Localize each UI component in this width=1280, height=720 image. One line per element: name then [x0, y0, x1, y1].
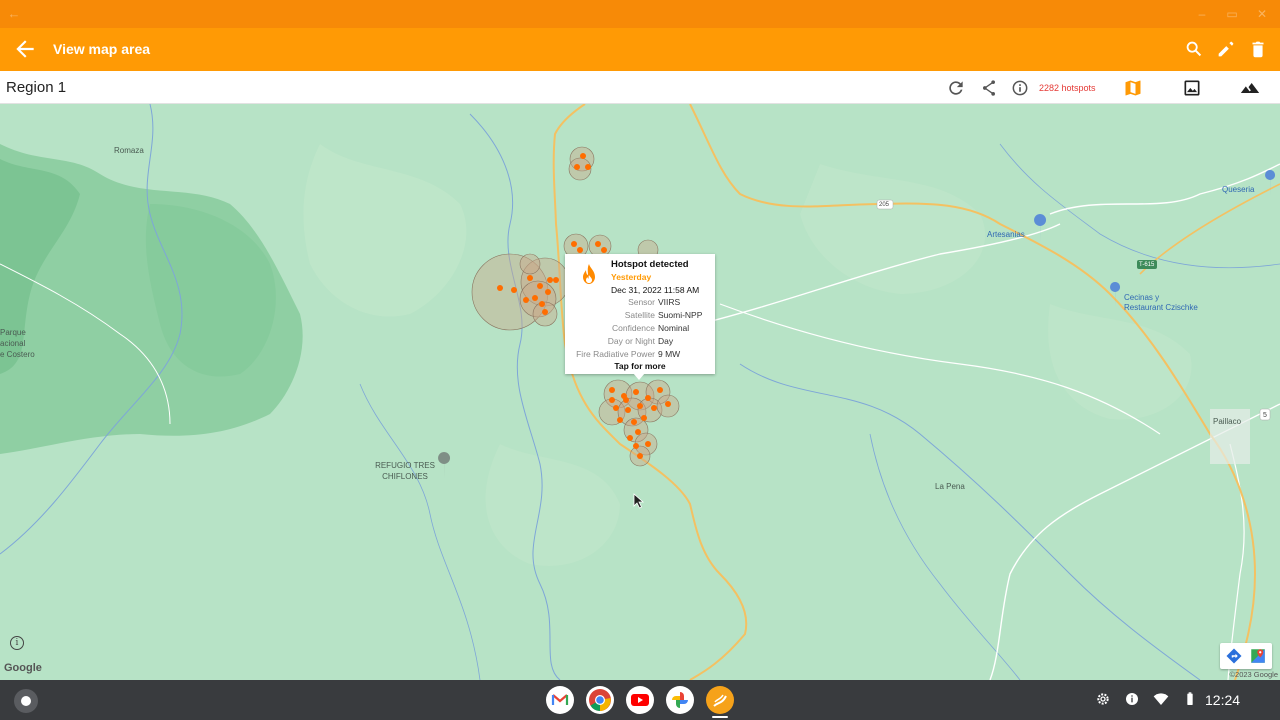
back-arrow-icon[interactable]	[12, 36, 38, 62]
image-icon[interactable]	[1182, 78, 1202, 98]
window-back-icon[interactable]: ←	[6, 6, 22, 22]
launcher-button[interactable]	[14, 689, 38, 713]
row-key: Confidence	[611, 323, 655, 333]
window-titlebar: ← – ▭ ✕	[0, 0, 1280, 28]
tap-for-more-link[interactable]: Tap for more	[565, 361, 715, 371]
popup-row-sensor: Sensor VIIRS	[565, 297, 715, 309]
row-key: Sensor	[628, 297, 655, 307]
map-canvas[interactable]	[0, 104, 1280, 680]
map-copyright: ©2023 Google	[1229, 670, 1278, 679]
map-icon[interactable]	[1123, 78, 1143, 98]
popup-row-satellite: Satellite Suomi-NPP	[565, 310, 715, 322]
battery-icon[interactable]	[1182, 691, 1198, 707]
region-name: Region 1	[6, 79, 67, 96]
poi-label: Restaurant Czischke	[1124, 303, 1198, 312]
popup-row-confidence: Confidence Nominal	[565, 323, 715, 335]
open-in-maps-icon[interactable]	[1249, 647, 1267, 665]
poi-label: Cecinas y	[1124, 293, 1160, 302]
region-toolbar: Region 1 2282 hotspots	[0, 71, 1280, 104]
poi-label: Queseria	[1222, 185, 1255, 194]
youtube-icon[interactable]	[626, 686, 654, 714]
terrain-icon[interactable]	[1240, 78, 1260, 98]
place-label: e Costero	[0, 350, 35, 359]
popup-date: Dec 31, 2022 11:58 AM	[611, 285, 700, 295]
row-value: Nominal	[658, 323, 690, 333]
place-label: Parque	[0, 328, 26, 337]
row-value: Day	[658, 336, 674, 346]
popup-when: Yesterday	[611, 272, 652, 282]
place-label: Romaza	[114, 146, 144, 155]
map-toolbar	[1220, 643, 1272, 669]
popup-row-day-night: Day or Night Day	[565, 336, 715, 348]
place-label: REFUGIO TRES	[375, 461, 435, 470]
row-key: Satellite	[624, 310, 655, 320]
popup-tail	[633, 373, 645, 380]
info-icon[interactable]	[1124, 691, 1140, 707]
directions-icon[interactable]	[1225, 647, 1243, 665]
edit-icon[interactable]	[1215, 38, 1237, 60]
row-key: Day or Night	[607, 336, 655, 346]
wifi-icon[interactable]	[1153, 691, 1169, 707]
minimize-icon[interactable]: –	[1192, 4, 1212, 24]
flame-icon	[583, 264, 595, 284]
hotspot-popup[interactable]: Hotspot detected Yesterday Dec 31, 2022 …	[565, 254, 715, 380]
share-icon[interactable]	[979, 78, 999, 98]
delete-icon[interactable]	[1247, 38, 1269, 60]
app-bar: View map area	[0, 28, 1280, 71]
place-label: acional	[0, 339, 26, 348]
gmail-icon[interactable]	[546, 686, 574, 714]
map-view[interactable]: Romaza Parque acional e Costero REFUGIO …	[0, 104, 1280, 680]
close-icon[interactable]: ✕	[1252, 4, 1272, 24]
poi-label: Artesanias	[987, 230, 1025, 239]
place-label: Paillaco	[1213, 417, 1242, 426]
fire-app-icon[interactable]	[706, 686, 734, 714]
popup-title: Hotspot detected	[611, 259, 689, 270]
chrome-icon[interactable]	[586, 686, 614, 714]
hotspot-count[interactable]: 2282 hotspots	[1039, 83, 1096, 93]
photos-icon[interactable]	[666, 686, 694, 714]
mouse-cursor-icon	[633, 493, 645, 509]
search-icon[interactable]	[1183, 38, 1205, 60]
clock[interactable]: 12:24	[1205, 692, 1240, 708]
settings-icon[interactable]	[1095, 691, 1111, 707]
route-label: T-615	[1139, 262, 1155, 268]
map-info-icon[interactable]: i	[10, 636, 24, 650]
row-value: VIIRS	[658, 297, 681, 307]
row-key: Fire Radiative Power	[576, 349, 655, 359]
row-value: Suomi-NPP	[658, 310, 703, 320]
popup-row-frp: Fire Radiative Power 9 MW	[565, 349, 715, 361]
place-label: CHIFLONES	[382, 472, 428, 481]
info-icon[interactable]	[1010, 78, 1030, 98]
refresh-icon[interactable]	[946, 78, 966, 98]
route-label: 5	[1263, 412, 1267, 419]
place-label: La Pena	[935, 482, 965, 491]
row-value: 9 MW	[658, 349, 681, 359]
maximize-icon[interactable]: ▭	[1222, 4, 1242, 24]
active-app-indicator	[712, 716, 728, 718]
google-logo: Google	[4, 662, 42, 674]
route-label: 205	[879, 202, 890, 208]
page-title: View map area	[53, 41, 151, 57]
